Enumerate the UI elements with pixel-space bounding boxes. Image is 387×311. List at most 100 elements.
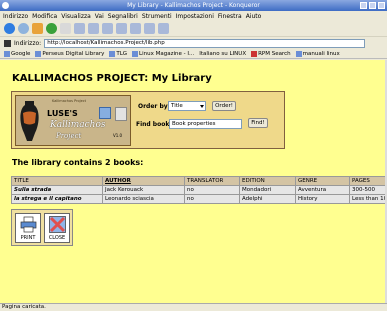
order-by-value: Title (171, 103, 183, 109)
paste-icon[interactable] (102, 23, 113, 34)
close-button[interactable]: CLOSE (44, 213, 70, 243)
bookmark-linux-magazine[interactable]: Linux Magazine - I... (132, 50, 195, 57)
bookmark-icon (109, 50, 116, 57)
bookmark-italiano-linux[interactable]: Italiano su LINUX (199, 51, 246, 57)
google-icon (4, 50, 10, 57)
cell-pages: 300-500 (349, 185, 385, 195)
find-book-label: Find book (136, 121, 170, 128)
web-page: KALLIMACHOS PROJECT: My Library Kallimac… (0, 60, 385, 303)
cell-title[interactable]: la strega e il capitano (11, 194, 103, 204)
forward-icon[interactable] (18, 23, 29, 34)
search-controls: Order by Title Order! Find book Book pro… (136, 96, 282, 146)
bookmark-label: Perseus Digital Library (42, 50, 105, 57)
menu-strumenti[interactable]: Strumenti (142, 13, 172, 20)
order-by-label: Order by (138, 103, 168, 110)
book-count-text: The library contains 2 books: (12, 158, 144, 167)
menu-vai[interactable]: Vai (95, 13, 104, 20)
kallimachos-logo: Kallimachos Project LUSE'S Kallimachos P… (15, 95, 131, 146)
rpm-icon (251, 50, 258, 57)
col-header-genre[interactable]: GENRE (295, 176, 350, 186)
bookmark-label: Linux Magazine - I... (139, 50, 195, 57)
logo-header: Kallimachos Project (52, 99, 87, 103)
window-title: My Library - Kallimachos Project - Konqu… (127, 2, 260, 9)
library-header-panel: Kallimachos Project LUSE'S Kallimachos P… (11, 91, 285, 149)
logo-line2: Kallimachos (50, 120, 106, 130)
bookmark-icon (35, 50, 42, 57)
maximize-icon[interactable] (369, 2, 376, 9)
bookmark-google[interactable]: Google (4, 50, 31, 57)
cell-edition: Mondadori (239, 185, 296, 195)
menubar: Indirizzo Modifica Visualizza Vai Segnal… (0, 11, 387, 21)
cell-genre: Avventura (295, 185, 350, 195)
printer-icon (20, 216, 37, 233)
col-header-author[interactable]: AUTHOR (102, 176, 185, 186)
close-window-icon[interactable] (378, 2, 385, 9)
table-row[interactable]: Sulla strada Jack Kerouack no Mondadori … (11, 185, 385, 195)
print-button[interactable]: PRINT (15, 213, 41, 243)
bookmark-label: TLG (116, 50, 128, 57)
cube-icon (99, 107, 111, 119)
table-row[interactable]: la strega e il capitano Leonardo sciasci… (11, 194, 385, 204)
menu-modifica[interactable]: Modifica (32, 13, 57, 20)
cell-translator: no (184, 194, 240, 204)
cell-author: Jack Kerouack (102, 185, 185, 195)
menu-segnalibri[interactable]: Segnalibri (108, 13, 138, 20)
menu-impostazioni[interactable]: Impostazioni (176, 13, 214, 20)
print-icon[interactable] (116, 23, 127, 34)
back-icon[interactable] (4, 23, 15, 34)
book-icon (115, 107, 127, 121)
copy-icon[interactable] (88, 23, 99, 34)
bookmark-label: manuali linux (302, 50, 340, 57)
find-button[interactable]: Find! (248, 118, 268, 128)
clear-address-icon[interactable] (4, 39, 11, 47)
address-label: Indirizzo: (14, 39, 42, 47)
order-by-select[interactable]: Title (168, 101, 206, 111)
col-header-title[interactable]: TITLE (11, 176, 103, 186)
bookmark-label: RPM Search (258, 50, 291, 57)
col-header-pages[interactable]: PAGES (349, 176, 385, 186)
bookmark-icon (295, 50, 302, 57)
col-header-translator[interactable]: TRANSLATOR (184, 176, 240, 186)
window-titlebar: My Library - Kallimachos Project - Konqu… (0, 0, 387, 11)
minimize-icon[interactable] (360, 2, 367, 9)
cell-author: Leonardo sciascia (102, 194, 185, 204)
print-label: PRINT (20, 235, 36, 241)
bookmark-perseus[interactable]: Perseus Digital Library (35, 50, 105, 57)
home-icon[interactable] (32, 23, 43, 34)
stop-icon[interactable] (60, 23, 71, 34)
page-title: KALLIMACHOS PROJECT: My Library (12, 73, 212, 84)
menu-aiuto[interactable]: Aiuto (246, 13, 262, 20)
reload-icon[interactable] (46, 23, 57, 34)
address-bar: Indirizzo: http://localhost/Kallimachos.… (0, 38, 387, 48)
window-controls (360, 2, 385, 9)
menu-visualizza[interactable]: Visualizza (61, 13, 91, 20)
zoom-in-icon[interactable] (130, 23, 141, 34)
cut-icon[interactable] (74, 23, 85, 34)
cell-title[interactable]: Sulla strada (11, 185, 103, 195)
menu-indirizzo[interactable]: Indirizzo (3, 13, 28, 20)
toolbar (0, 21, 387, 37)
bookmark-tlg[interactable]: TLG (109, 50, 128, 57)
status-bar: Pagina caricata. (0, 303, 387, 311)
bookmark-manuali-linux[interactable]: manuali linux (295, 50, 340, 57)
zoom-out-icon[interactable] (144, 23, 155, 34)
bookmarks-bar: Google Perseus Digital Library TLG Linux… (0, 49, 387, 59)
logo-version: V1.0 (113, 133, 123, 138)
col-header-edition[interactable]: EDITION (239, 176, 296, 186)
bookmark-label: Google (11, 50, 31, 57)
cell-edition: Adelphi (239, 194, 296, 204)
security-icon[interactable] (158, 23, 169, 34)
find-book-input[interactable]: Book properties (169, 119, 242, 129)
order-button[interactable]: Order! (212, 101, 236, 111)
address-input[interactable]: http://localhost/Kallimachos.Project/lib… (44, 38, 366, 48)
bookmark-rpm-search[interactable]: RPM Search (251, 50, 291, 57)
menu-finestra[interactable]: Finestra (218, 13, 242, 20)
cell-genre: History (295, 194, 350, 204)
logo-line3: Project (56, 132, 82, 140)
table-header-row: TITLE AUTHOR TRANSLATOR EDITION GENRE PA… (11, 176, 385, 186)
cell-pages: Less than 100 (349, 194, 385, 204)
close-label: CLOSE (48, 235, 66, 241)
cell-translator: no (184, 185, 240, 195)
bookmark-icon (132, 50, 139, 57)
logo-line1: LUSE'S (47, 109, 78, 118)
